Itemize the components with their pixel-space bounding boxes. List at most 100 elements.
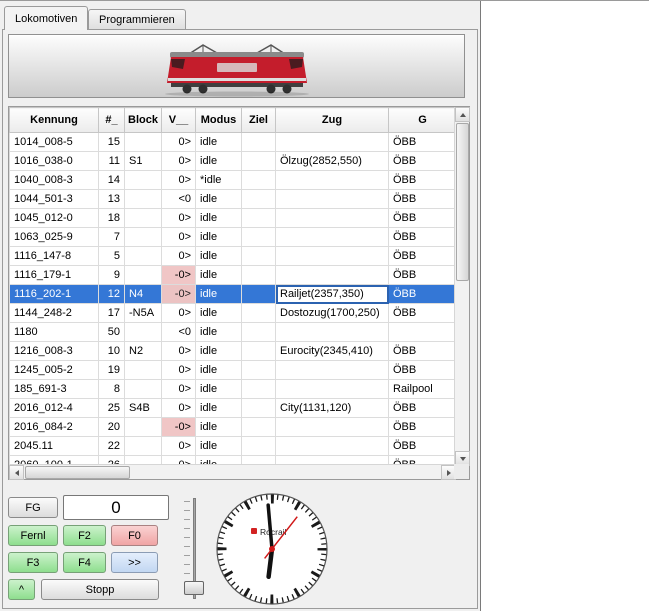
cell-ziel [242, 190, 276, 209]
column-header-nr[interactable]: #_ [99, 108, 125, 133]
column-header-g[interactable]: G [389, 108, 457, 133]
cell-kennung: 1180 [10, 323, 99, 342]
table-row[interactable]: 118050<0idle [10, 323, 457, 342]
cell-block [125, 437, 162, 456]
table-row[interactable]: 185_691-380>idleRailpool [10, 380, 457, 399]
cell-block [125, 133, 162, 152]
cell-zug [276, 209, 389, 228]
cell-v: 0> [162, 171, 196, 190]
cell-modus: idle [196, 380, 242, 399]
table-row[interactable]: 1116_147-850>idleÖBB [10, 247, 457, 266]
cell-g: ÖBB [389, 228, 457, 247]
column-header-kennung[interactable]: Kennung [10, 108, 99, 133]
scroll-left-icon [15, 470, 19, 476]
column-header-block[interactable]: Block [125, 108, 162, 133]
cell-g: ÖBB [389, 304, 457, 323]
vertical-scrollbar[interactable] [454, 107, 469, 466]
loco-image-panel[interactable] [8, 34, 465, 98]
cell-v: -0> [162, 418, 196, 437]
table-row[interactable]: 1245_005-2190>idleÖBB [10, 361, 457, 380]
horizontal-scroll-thumb[interactable] [25, 466, 130, 479]
scroll-left-button[interactable] [9, 465, 24, 480]
cell-modus: idle [196, 228, 242, 247]
cell-v: -0> [162, 266, 196, 285]
f0-button[interactable]: F0 [111, 525, 158, 546]
cell-zug [276, 133, 389, 152]
cell-g: ÖBB [389, 247, 457, 266]
table-row[interactable]: 2016_084-220-0>idleÖBB [10, 418, 457, 437]
cell-v: <0 [162, 323, 196, 342]
cell-modus: idle [196, 304, 242, 323]
cell-v: 0> [162, 304, 196, 323]
cell-kennung: 1144_248-2 [10, 304, 99, 323]
clock-center-dot [269, 546, 275, 552]
cell-g: ÖBB [389, 437, 457, 456]
cell-ziel [242, 361, 276, 380]
tab-lokomotiven[interactable]: Lokomotiven [4, 6, 88, 30]
table-row[interactable]: 1063_025-970>idleÖBB [10, 228, 457, 247]
cell-v: 0> [162, 399, 196, 418]
column-header-v[interactable]: V__ [162, 108, 196, 133]
table-row[interactable]: 1040_008-3140>*idleÖBB [10, 171, 457, 190]
lokomotiven-tab-pane: Kennung#_BlockV__ModusZielZugG 1014_008-… [2, 29, 478, 609]
table-row[interactable]: 1216_008-310N20>idleEurocity(2345,410)ÖB… [10, 342, 457, 361]
cell-ziel [242, 323, 276, 342]
table-row[interactable]: 1044_501-313<0idleÖBB [10, 190, 457, 209]
cell-modus: idle [196, 437, 242, 456]
table-row[interactable]: 1144_248-217-N5A0>idleDostozug(1700,250)… [10, 304, 457, 323]
cell-nr: 13 [99, 190, 125, 209]
cell-kennung: 1063_025-9 [10, 228, 99, 247]
scrollbar-corner [454, 464, 469, 479]
fg-button[interactable]: FG [8, 497, 58, 518]
scroll-up-button[interactable] [455, 107, 470, 122]
scroll-up-icon [460, 113, 466, 117]
cell-ziel [242, 342, 276, 361]
cell-kennung: 185_691-3 [10, 380, 99, 399]
cell-modus: idle [196, 399, 242, 418]
cell-zug: Railjet(2357,350) [276, 285, 389, 304]
cell-kennung: 1045_012-0 [10, 209, 99, 228]
screenshot-canvas: Lokomotiven Programmieren [0, 0, 649, 611]
table-row[interactable]: 1045_012-0180>idleÖBB [10, 209, 457, 228]
cell-modus: idle [196, 190, 242, 209]
column-header-modus[interactable]: Modus [196, 108, 242, 133]
table-row[interactable]: 1014_008-5150>idleÖBB [10, 133, 457, 152]
f2-button[interactable]: F2 [63, 525, 106, 546]
column-header-zug[interactable]: Zug [276, 108, 389, 133]
cell-kennung: 1216_008-3 [10, 342, 99, 361]
cell-v: -0> [162, 285, 196, 304]
tab-lokomotiven-label: Lokomotiven [15, 13, 77, 25]
cell-block: N4 [125, 285, 162, 304]
scroll-right-icon [447, 470, 451, 476]
cell-modus: *idle [196, 171, 242, 190]
horizontal-scrollbar[interactable] [9, 464, 456, 479]
locomotive-image [157, 39, 317, 97]
more-functions-button[interactable]: >> [111, 552, 158, 573]
cell-kennung: 2016_084-2 [10, 418, 99, 437]
stop-button[interactable]: Stopp [41, 579, 159, 600]
cell-zug: Ölzug(2852,550) [276, 152, 389, 171]
fernl-button[interactable]: Fernl [8, 525, 58, 546]
cell-modus: idle [196, 266, 242, 285]
table-row[interactable]: 1116_179-19-0>idleÖBB [10, 266, 457, 285]
cell-v: 0> [162, 247, 196, 266]
table-row[interactable]: 1016_038-011S10>idleÖlzug(2852,550)ÖBB [10, 152, 457, 171]
f3-button[interactable]: F3 [8, 552, 58, 573]
column-header-ziel[interactable]: Ziel [242, 108, 276, 133]
cell-modus: idle [196, 247, 242, 266]
cell-ziel [242, 285, 276, 304]
speed-slider[interactable] [181, 493, 207, 607]
table-row[interactable]: 2045.11220>idleÖBB [10, 437, 457, 456]
scroll-down-icon [460, 457, 466, 461]
cell-v: 0> [162, 361, 196, 380]
cell-ziel [242, 209, 276, 228]
slider-thumb[interactable] [184, 581, 204, 595]
f4-button[interactable]: F4 [63, 552, 106, 573]
loco-table-grid: Kennung#_BlockV__ModusZielZugG 1014_008-… [9, 107, 456, 466]
cell-nr: 10 [99, 342, 125, 361]
vertical-scroll-thumb[interactable] [456, 123, 469, 281]
tab-programmieren[interactable]: Programmieren [88, 9, 186, 30]
table-row[interactable]: 1116_202-112N4-0>idleRailjet(2357,350)ÖB… [10, 285, 457, 304]
table-row[interactable]: 2016_012-425S4B0>idleCity(1131,120)ÖBB [10, 399, 457, 418]
shift-button[interactable]: ^ [8, 579, 35, 600]
